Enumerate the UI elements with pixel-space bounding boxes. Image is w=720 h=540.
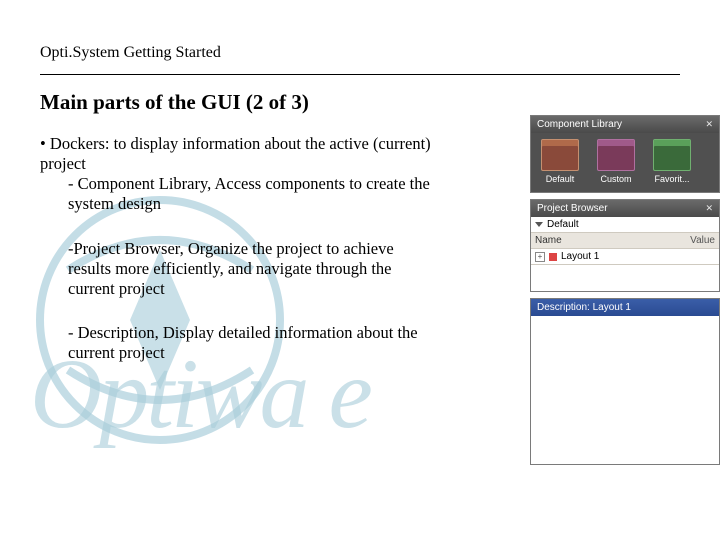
component-library-panel: Component Library ✕ Default Custom Favor… <box>530 115 720 193</box>
layout-icon <box>549 253 557 261</box>
project-item-row: + Layout 1 <box>531 249 719 265</box>
bullet-intro: • Dockers: to display information about … <box>40 134 460 174</box>
project-browser-title-bar: Project Browser ✕ <box>531 200 719 217</box>
bullet-sub-1: - Component Library, Access components t… <box>68 174 438 214</box>
body-text: • Dockers: to display information about … <box>40 134 460 387</box>
bullet-sub-3: - Description, Display detailed informat… <box>68 323 438 363</box>
lib-item-label: Default <box>535 174 585 184</box>
slide-header: Opti.System Getting Started <box>40 44 221 62</box>
description-title: Description: Layout 1 <box>537 302 631 313</box>
dropdown-icon <box>535 222 543 227</box>
col-value: Value <box>690 235 715 246</box>
project-columns-row: Name Value <box>531 233 719 249</box>
project-browser-panel: Project Browser ✕ Default Name Value + L… <box>530 199 720 292</box>
folder-icon <box>653 139 691 171</box>
header-rule <box>40 74 680 75</box>
expand-icon: + <box>535 252 545 262</box>
folder-icon <box>597 139 635 171</box>
slide-title: Main parts of the GUI (2 of 3) <box>40 90 309 115</box>
bullet-sub-2: -Project Browser, Organize the project t… <box>68 239 438 299</box>
lib-item-default: Default <box>535 139 585 184</box>
lib-item-custom: Custom <box>591 139 641 184</box>
component-library-title: Component Library <box>537 118 622 131</box>
folder-icon <box>541 139 579 171</box>
lib-item-favorites: Favorit... <box>647 139 697 184</box>
project-item-label: Layout 1 <box>561 251 599 262</box>
lib-item-label: Custom <box>591 174 641 184</box>
docker-panels: Component Library ✕ Default Custom Favor… <box>530 115 720 471</box>
description-panel: Description: Layout 1 <box>530 298 720 465</box>
project-root-label: Default <box>547 219 579 230</box>
component-library-title-bar: Component Library ✕ <box>531 116 719 133</box>
close-icon: ✕ <box>705 202 713 215</box>
close-icon: ✕ <box>705 118 713 131</box>
project-browser-empty <box>531 265 719 291</box>
lib-item-label: Favorit... <box>647 174 697 184</box>
project-browser-title: Project Browser <box>537 202 608 215</box>
description-title-bar: Description: Layout 1 <box>531 299 719 316</box>
col-name: Name <box>535 235 562 246</box>
project-root-row: Default <box>531 217 719 233</box>
description-body <box>531 316 719 464</box>
